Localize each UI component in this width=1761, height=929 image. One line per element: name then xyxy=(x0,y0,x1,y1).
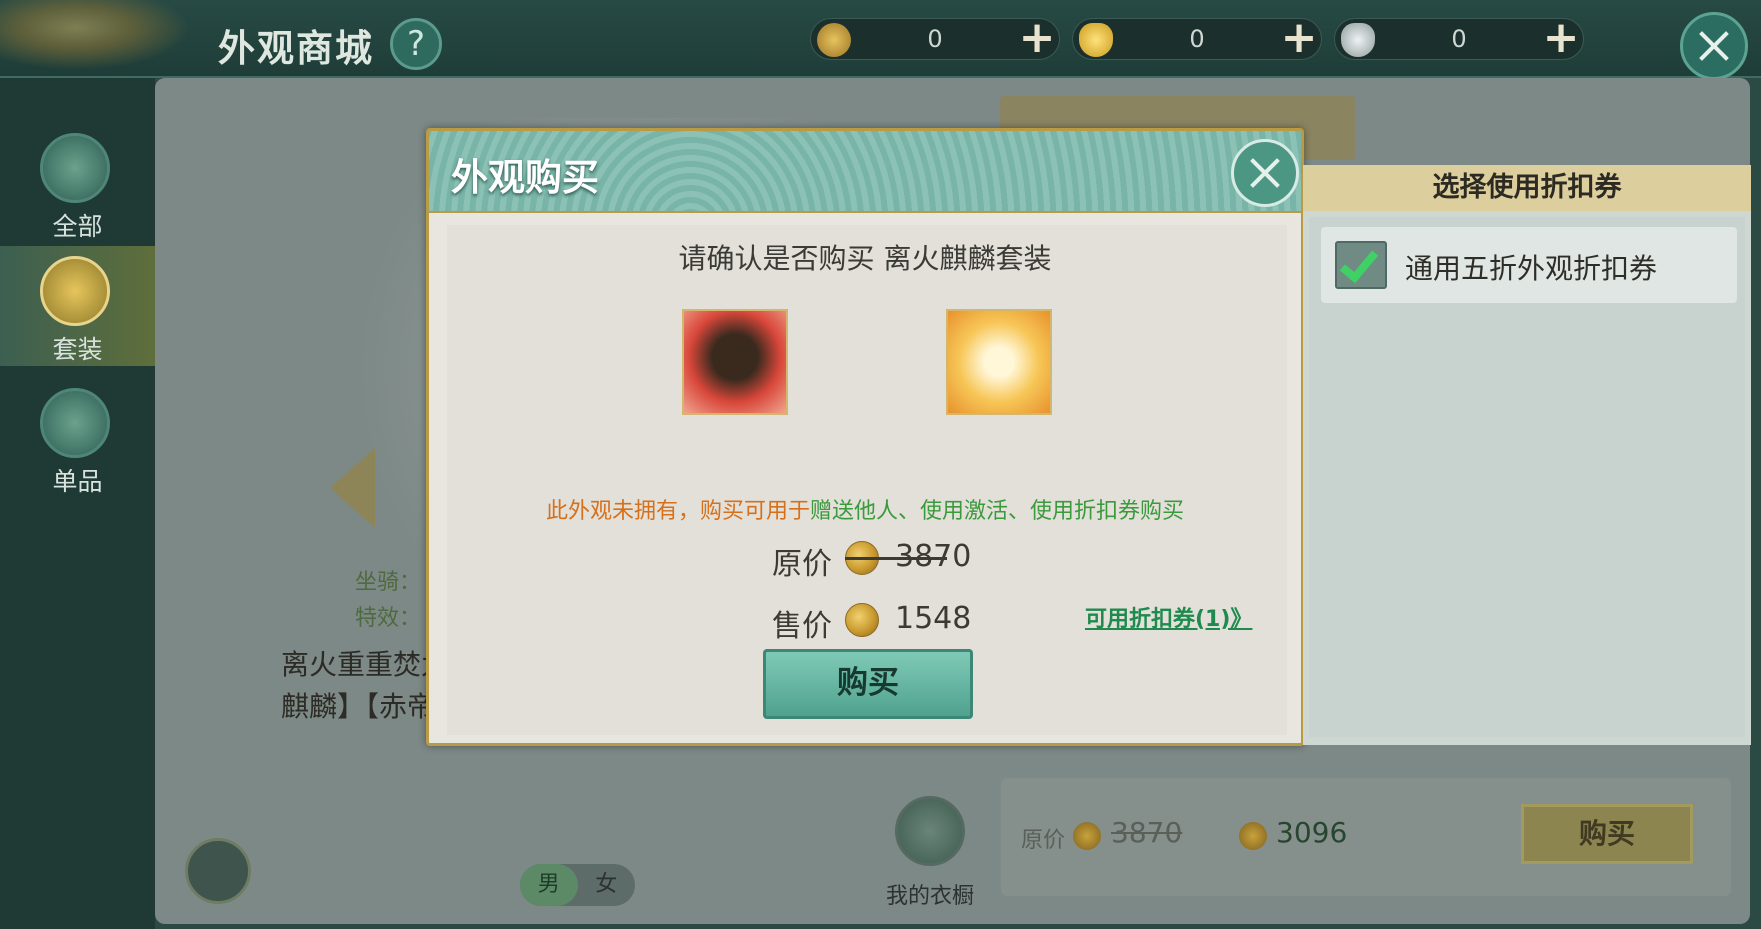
voucher-label: 通用五折外观折扣券 xyxy=(1405,252,1658,285)
sidebar-item-label: 单品 xyxy=(52,467,103,496)
sale-price-label: 售价 xyxy=(772,609,832,644)
dialog-header: 外观购买 xyxy=(429,131,1301,213)
original-price: 3870 xyxy=(1111,816,1183,849)
voucher-checkbox[interactable] xyxy=(1335,241,1387,289)
top-bar: 外观商城 ? 0 + 0 + 0 + xyxy=(0,0,1761,80)
strikethrough-line xyxy=(845,557,947,560)
shirt-icon xyxy=(40,388,110,458)
notice-green-text: 赠送他人、使用激活、使用折扣券购买 xyxy=(810,499,1185,524)
wardrobe-label: 我的衣橱 xyxy=(885,884,974,909)
ownership-notice: 此外观未拥有，购买可用于赠送他人、使用激活、使用折扣券购买 xyxy=(429,493,1301,525)
dialog-title: 外观购买 xyxy=(451,156,599,199)
voucher-panel-title: 选择使用折扣券 xyxy=(1303,165,1751,211)
purchase-bar: 原价 3870 3096 购买 xyxy=(1001,778,1731,896)
coin-icon xyxy=(1073,822,1101,850)
gender-female[interactable]: 女 xyxy=(578,864,636,906)
sidebar-item-all[interactable]: 全部 xyxy=(0,123,155,243)
buy-button[interactable]: 购买 xyxy=(763,649,973,719)
purchase-dialog: 外观购买 请确认是否购买 离火麒麟套装 此外观未拥有，购买可用于赠送他人、使用激… xyxy=(426,128,1304,746)
close-store-button[interactable] xyxy=(1680,12,1748,80)
currency-value: 0 xyxy=(1451,25,1467,53)
sidebar-item-label: 套装 xyxy=(52,335,103,364)
gender-toggle[interactable]: 男 女 xyxy=(520,864,635,906)
pavilion-icon xyxy=(40,133,110,203)
flame-effect-icon[interactable] xyxy=(946,309,1052,415)
checkmark-icon xyxy=(1339,242,1379,284)
sale-price: 1548 xyxy=(895,601,972,636)
character-avatar-icon[interactable] xyxy=(185,838,251,904)
coin-icon xyxy=(845,603,879,637)
page-title: 外观商城 xyxy=(218,27,374,70)
voucher-item[interactable]: 通用五折外观折扣券 xyxy=(1321,227,1737,303)
voucher-panel: 选择使用折扣券 通用五折外观折扣券 xyxy=(1303,165,1751,745)
sidebar-item-single[interactable]: 单品 xyxy=(0,378,155,498)
original-price-label: 原价 xyxy=(1021,828,1066,853)
confirm-text: 请确认是否购买 离火麒麟套装 xyxy=(678,242,1052,275)
currency-copper: 0 + xyxy=(810,16,1060,60)
original-price-label: 原价 xyxy=(772,547,832,582)
currency-value: 0 xyxy=(927,25,943,53)
sidebar: 全部 套装 单品 xyxy=(0,78,155,929)
coin-icon xyxy=(1239,822,1267,850)
add-currency-button[interactable]: + xyxy=(1541,16,1581,60)
buy-button[interactable]: 购买 xyxy=(1521,804,1693,864)
qilin-head-icon[interactable] xyxy=(682,309,788,415)
price: 3096 xyxy=(1276,816,1348,849)
gold-ingot-icon xyxy=(1079,23,1113,57)
wardrobe-icon[interactable] xyxy=(895,796,965,866)
sidebar-item-suits[interactable]: 套装 xyxy=(0,246,155,366)
mount-label: 坐骑： xyxy=(355,570,422,595)
add-currency-button[interactable]: + xyxy=(1017,16,1057,60)
notice-orange-text: 此外观未拥有，购买可用于 xyxy=(545,499,810,524)
gender-male[interactable]: 男 xyxy=(520,864,578,906)
add-currency-button[interactable]: + xyxy=(1279,16,1319,60)
available-voucher-link[interactable]: 可用折扣券(1)》 xyxy=(1085,601,1252,633)
arrow-left-icon[interactable] xyxy=(330,448,375,528)
sidebar-item-label: 全部 xyxy=(52,212,103,241)
robe-icon xyxy=(40,256,110,326)
currency-silver: 0 + xyxy=(1334,16,1584,60)
close-dialog-button[interactable] xyxy=(1231,139,1299,207)
copper-coin-icon xyxy=(817,23,851,57)
effect-label: 特效： xyxy=(355,606,422,631)
help-button[interactable]: ? xyxy=(390,18,442,70)
currency-gold: 0 + xyxy=(1072,16,1322,60)
silver-ingot-icon xyxy=(1341,23,1375,57)
dragon-ornament-icon xyxy=(0,0,190,70)
currency-value: 0 xyxy=(1189,25,1205,53)
